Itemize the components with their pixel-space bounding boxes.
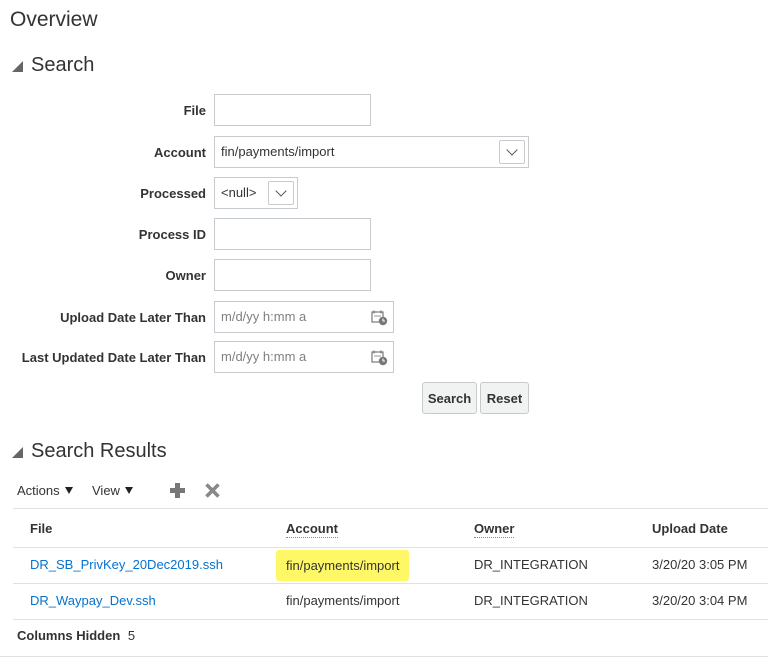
last-updated-label: Last Updated Date Later Than [21, 350, 206, 365]
processed-select[interactable]: <null> [214, 177, 298, 209]
plus-icon[interactable] [169, 482, 186, 499]
calendar-icon[interactable] [371, 349, 388, 366]
column-header-owner[interactable]: Owner [474, 521, 515, 538]
columns-hidden-count: 5 [127, 628, 136, 643]
results-section-header[interactable]: Search Results [12, 440, 167, 463]
column-header-file[interactable]: File [30, 521, 52, 536]
processed-label: Processed [140, 186, 206, 201]
reset-button[interactable]: Reset [480, 382, 529, 414]
process-id-input-value [215, 226, 221, 241]
search-button[interactable]: Search [422, 382, 477, 414]
account-cell-value: fin/payments/import [276, 550, 410, 581]
owner-cell: DR_INTEGRATION [474, 557, 588, 572]
table-top-divider [13, 508, 768, 509]
owner-input-value [215, 267, 221, 282]
processed-dropdown-button[interactable] [268, 181, 294, 205]
account-cell: fin/payments/import [286, 593, 400, 608]
calendar-icon[interactable] [371, 309, 388, 326]
processed-select-value: <null> [221, 185, 257, 200]
upload-date-label: Upload Date Later Than [60, 310, 206, 325]
account-dropdown-button[interactable] [499, 140, 525, 164]
bottom-divider [0, 656, 768, 657]
caret-down-icon [64, 487, 73, 494]
chevron-down-icon [506, 144, 518, 156]
upload-date-cell: 3/20/20 3:05 PM [652, 557, 748, 572]
file-input[interactable] [214, 94, 371, 126]
account-select-value: fin/payments/import [221, 144, 335, 159]
owner-input[interactable] [214, 259, 371, 291]
owner-label: Owner [165, 268, 206, 283]
view-menu-label: View [92, 483, 120, 498]
search-section-header[interactable]: Search [12, 54, 94, 77]
account-select[interactable]: fin/payments/import [214, 136, 529, 168]
process-id-label: Process ID [138, 227, 206, 242]
last-updated-input[interactable]: m/d/yy h:mm a [214, 341, 394, 373]
row-divider [13, 619, 768, 620]
view-menu[interactable]: View [92, 483, 133, 498]
column-header-account[interactable]: Account [286, 521, 338, 538]
delete-x-icon[interactable] [204, 482, 221, 499]
search-section-title: Search [31, 54, 95, 76]
owner-cell: DR_INTEGRATION [474, 593, 588, 608]
actions-menu[interactable]: Actions [17, 483, 73, 498]
file-label: File [183, 103, 206, 118]
collapse-triangle-icon[interactable] [12, 61, 23, 72]
caret-down-icon [124, 487, 133, 494]
upload-date-placeholder: m/d/yy h:mm a [221, 309, 307, 324]
last-updated-placeholder: m/d/yy h:mm a [221, 349, 307, 364]
results-section-title: Search Results [31, 440, 167, 462]
collapse-triangle-icon[interactable] [12, 447, 23, 458]
upload-date-input[interactable]: m/d/yy h:mm a [214, 301, 394, 333]
file-link[interactable]: DR_Waypay_Dev.ssh [30, 593, 156, 608]
file-link[interactable]: DR_SB_PrivKey_20Dec2019.ssh [30, 557, 223, 572]
columns-hidden-status: Columns Hidden 5 [17, 628, 135, 643]
actions-menu-label: Actions [17, 483, 60, 498]
page-title: Overview [10, 8, 98, 31]
account-cell: fin/payments/import [276, 550, 410, 581]
chevron-down-icon [275, 185, 287, 197]
columns-hidden-label: Columns Hidden [17, 628, 121, 643]
upload-date-cell: 3/20/20 3:04 PM [652, 593, 748, 608]
account-label: Account [154, 145, 206, 160]
column-header-upload-date[interactable]: Upload Date [652, 521, 728, 536]
process-id-input[interactable] [214, 218, 371, 250]
file-input-value [215, 102, 221, 117]
